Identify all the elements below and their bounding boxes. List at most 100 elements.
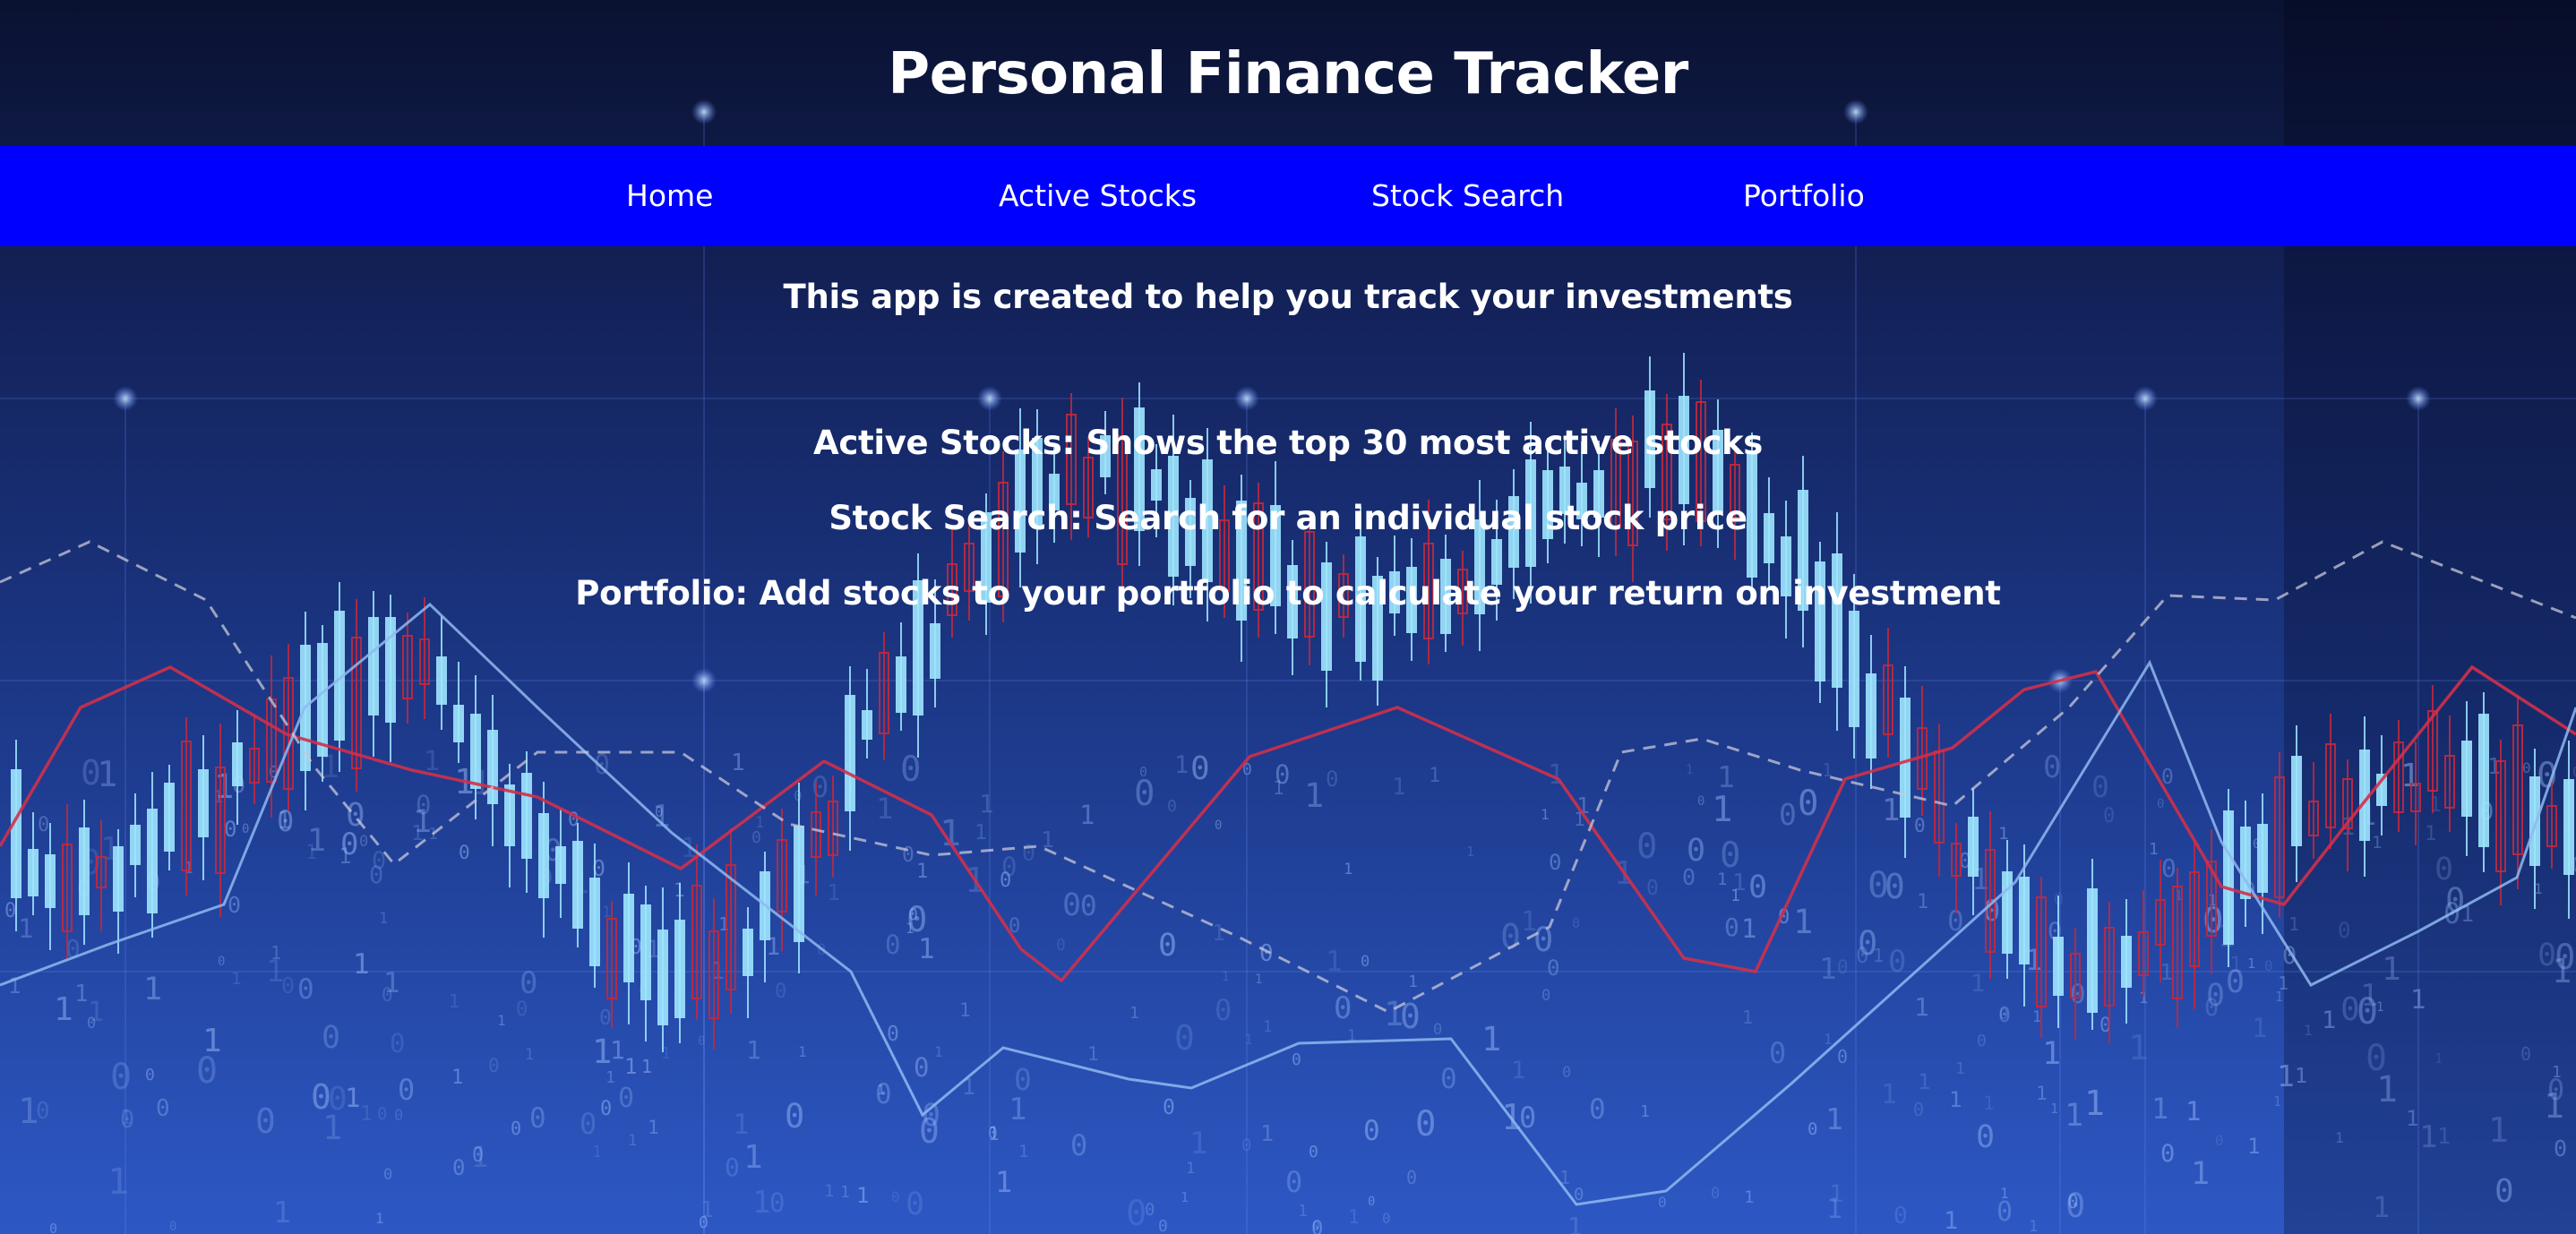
svg-text:0: 0	[1190, 750, 1210, 787]
svg-text:0: 0	[1215, 818, 1222, 833]
svg-text:1: 1	[610, 1035, 625, 1065]
svg-text:0: 0	[594, 750, 610, 781]
svg-text:0: 0	[2547, 1073, 2564, 1107]
svg-text:0: 0	[394, 1107, 403, 1125]
svg-text:1: 1	[1983, 1093, 1995, 1114]
svg-text:0: 0	[1334, 990, 1352, 1026]
svg-text:0: 0	[1126, 1194, 1146, 1234]
nav-item-home[interactable]: Home	[626, 146, 713, 246]
svg-text:1: 1	[2304, 1022, 2313, 1039]
svg-text:1: 1	[1429, 765, 1440, 787]
svg-text:1: 1	[353, 948, 370, 981]
svg-text:0: 0	[36, 1098, 50, 1125]
svg-text:1: 1	[995, 1165, 1012, 1199]
svg-text:0: 0	[2103, 805, 2115, 827]
svg-text:1: 1	[1541, 806, 1550, 823]
svg-text:0: 0	[785, 1097, 804, 1135]
svg-text:1: 1	[2247, 1134, 2260, 1159]
svg-text:0: 0	[1769, 1036, 1786, 1070]
svg-text:1: 1	[2029, 1218, 2038, 1234]
svg-text:1: 1	[592, 1033, 612, 1071]
svg-text:0: 0	[2494, 1173, 2514, 1210]
svg-text:1: 1	[798, 1043, 807, 1060]
svg-text:0: 0	[1361, 953, 1370, 971]
svg-text:1: 1	[1741, 913, 1756, 944]
svg-text:1: 1	[592, 1143, 602, 1161]
svg-text:1: 1	[979, 789, 994, 818]
svg-text:1: 1	[1914, 992, 1929, 1022]
svg-text:0: 0	[1998, 1004, 2011, 1027]
svg-text:0: 0	[1215, 993, 1232, 1027]
svg-text:1: 1	[2042, 1036, 2061, 1072]
svg-text:0: 0	[218, 955, 225, 969]
svg-text:0: 0	[2065, 1187, 2085, 1225]
svg-text:1: 1	[345, 1083, 360, 1113]
svg-text:1: 1	[2084, 1084, 2105, 1123]
svg-text:0: 0	[1400, 997, 1421, 1036]
svg-text:0: 0	[919, 1111, 940, 1151]
svg-text:0: 0	[1368, 1195, 1375, 1209]
svg-text:1: 1	[2191, 1156, 2210, 1192]
svg-text:1: 1	[2229, 952, 2242, 977]
svg-text:0: 0	[87, 1015, 96, 1033]
svg-text:0: 0	[516, 998, 528, 1021]
nav-item-active-stocks[interactable]: Active Stocks	[999, 146, 1197, 246]
svg-text:1: 1	[1212, 920, 1225, 946]
svg-text:0: 0	[580, 1107, 597, 1141]
svg-text:0: 0	[1636, 827, 1657, 867]
svg-text:0: 0	[1062, 887, 1081, 923]
svg-text:0: 0	[1837, 956, 1849, 978]
svg-text:0: 0	[794, 787, 803, 804]
svg-text:0: 0	[1080, 890, 1097, 922]
svg-text:1: 1	[1917, 891, 1928, 913]
svg-text:0: 0	[242, 822, 249, 836]
svg-text:1: 1	[1881, 1079, 1897, 1110]
svg-text:0: 0	[255, 1101, 276, 1141]
svg-text:0: 0	[297, 973, 314, 1006]
svg-text:1: 1	[1567, 1212, 1583, 1234]
svg-text:1: 1	[1348, 1206, 1360, 1228]
svg-text:0: 0	[1589, 1093, 1606, 1126]
svg-text:1: 1	[605, 1068, 615, 1087]
svg-text:0: 0	[2204, 994, 2219, 1022]
svg-text:1: 1	[97, 755, 117, 795]
svg-text:0: 0	[2554, 1135, 2567, 1161]
svg-text:0: 0	[529, 1102, 546, 1135]
svg-text:1: 1	[2429, 793, 2442, 817]
svg-text:0: 0	[751, 828, 761, 847]
svg-text:1: 1	[2288, 913, 2299, 935]
svg-text:1: 1	[918, 933, 935, 965]
svg-text:0: 0	[2282, 942, 2297, 970]
svg-text:1: 1	[360, 1102, 373, 1126]
svg-text:0: 0	[49, 1221, 57, 1234]
svg-text:1: 1	[1819, 951, 1837, 986]
nav-item-portfolio[interactable]: Portfolio	[1743, 146, 1865, 246]
svg-text:1: 1	[876, 792, 893, 826]
svg-text:0: 0	[511, 1118, 521, 1139]
svg-text:1: 1	[648, 1117, 659, 1138]
svg-text:1: 1	[824, 1181, 834, 1201]
svg-text:1: 1	[856, 1183, 869, 1208]
svg-text:0: 0	[599, 1007, 612, 1030]
svg-text:0: 0	[1158, 928, 1177, 964]
svg-text:1: 1	[1712, 790, 1732, 830]
svg-text:0: 0	[1285, 1165, 1302, 1199]
svg-text:1: 1	[1408, 973, 1418, 991]
nav-item-stock-search[interactable]: Stock Search	[1371, 146, 1564, 246]
svg-text:0: 0	[1440, 1063, 1457, 1095]
svg-text:0: 0	[2043, 750, 2061, 785]
svg-text:1: 1	[1742, 1007, 1753, 1028]
svg-text:1: 1	[2488, 1110, 2509, 1150]
svg-text:1: 1	[2273, 1093, 2281, 1110]
svg-text:1: 1	[2437, 1123, 2451, 1149]
svg-text:0: 0	[600, 1098, 612, 1120]
svg-text:1: 1	[449, 990, 459, 1012]
svg-text:1: 1	[1686, 763, 1693, 777]
svg-text:0: 0	[110, 1057, 132, 1098]
svg-text:1: 1	[1640, 1102, 1650, 1121]
svg-text:0: 0	[383, 1166, 392, 1184]
svg-text:0: 0	[1549, 850, 1561, 875]
svg-text:1: 1	[1873, 945, 1884, 966]
svg-text:0: 0	[38, 814, 49, 836]
svg-text:0: 0	[1056, 936, 1066, 955]
